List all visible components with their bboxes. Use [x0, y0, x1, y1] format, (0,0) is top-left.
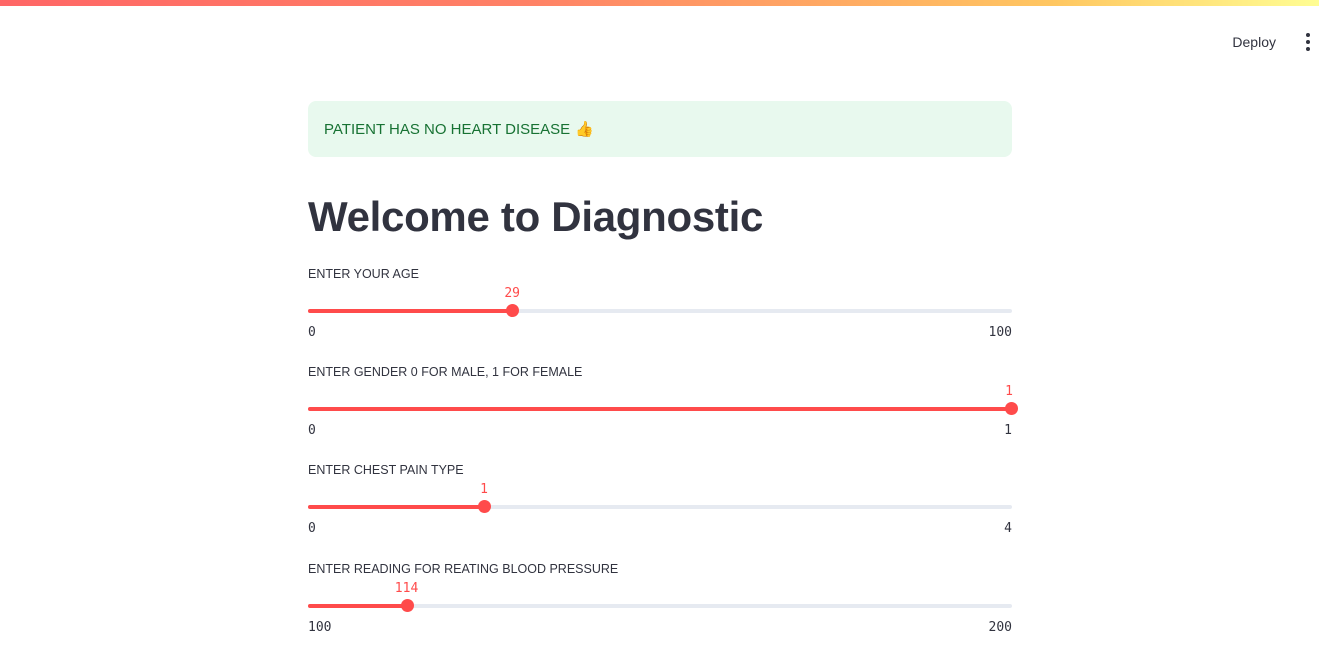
alert-text: PATIENT HAS NO HEART DISEASE — [324, 120, 571, 138]
slider-fill — [308, 505, 484, 509]
slider-track[interactable] — [308, 407, 1012, 411]
slider-value: 1 — [1005, 384, 1013, 399]
slider-max: 200 — [988, 620, 1012, 635]
slider-min: 100 — [308, 620, 332, 635]
chest-pain-type-slider[interactable]: ENTER CHEST PAIN TYPE 1 0 4 — [308, 463, 1012, 543]
blood-pressure-slider[interactable]: ENTER READING FOR REATING BLOOD PRESSURE… — [308, 562, 1012, 642]
header-decoration-bar — [0, 0, 1319, 6]
slider-label: ENTER YOUR AGE — [308, 267, 419, 281]
thumbs-up-icon: 👍 — [575, 120, 594, 138]
slider-fill — [308, 309, 513, 313]
slider-track[interactable] — [308, 309, 1012, 313]
slider-fill — [308, 407, 1012, 411]
slider-max: 4 — [1004, 521, 1012, 536]
more-vertical-icon[interactable] — [1300, 30, 1316, 54]
slider-min: 0 — [308, 521, 316, 536]
slider-label: ENTER GENDER 0 FOR MALE, 1 FOR FEMALE — [308, 365, 583, 379]
page-title: Welcome to Diagnostic — [308, 193, 764, 240]
deploy-button[interactable]: Deploy — [1224, 30, 1284, 54]
slider-value: 114 — [394, 581, 419, 596]
slider-value: 1 — [480, 482, 488, 497]
success-alert: PATIENT HAS NO HEART DISEASE 👍 — [308, 101, 1012, 157]
gender-slider[interactable]: ENTER GENDER 0 FOR MALE, 1 FOR FEMALE 1 … — [308, 365, 1018, 445]
slider-track[interactable] — [308, 604, 1012, 608]
slider-min: 0 — [308, 423, 316, 438]
slider-thumb[interactable] — [478, 500, 491, 513]
slider-track[interactable] — [308, 505, 1012, 509]
app-toolbar: Deploy — [1224, 28, 1319, 56]
slider-min: 0 — [308, 325, 316, 340]
slider-max: 1 — [1004, 423, 1012, 438]
slider-value: 29 — [504, 286, 520, 301]
age-slider[interactable]: ENTER YOUR AGE 29 0 100 — [308, 267, 1012, 347]
slider-label: ENTER READING FOR REATING BLOOD PRESSURE — [308, 562, 619, 576]
slider-thumb[interactable] — [506, 304, 520, 317]
slider-thumb[interactable] — [1005, 402, 1018, 415]
slider-thumb[interactable] — [400, 599, 414, 612]
slider-label: ENTER CHEST PAIN TYPE — [308, 463, 464, 477]
slider-fill — [308, 604, 407, 608]
slider-max: 100 — [988, 325, 1012, 340]
